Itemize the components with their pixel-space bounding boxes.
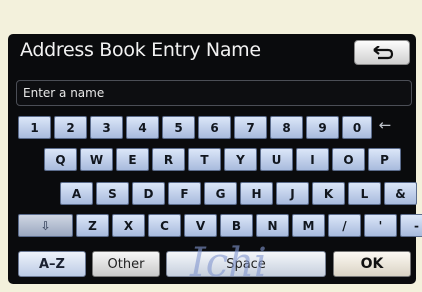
back-arrow-icon <box>373 45 394 59</box>
key-G[interactable]: G <box>204 182 237 205</box>
key-N[interactable]: N <box>256 214 289 237</box>
key-'[interactable]: ' <box>364 214 397 237</box>
key-I[interactable]: I <box>296 148 329 171</box>
key--[interactable]: - <box>400 214 422 237</box>
key-/[interactable]: / <box>328 214 361 237</box>
key-A[interactable]: A <box>60 182 93 205</box>
key-2[interactable]: 2 <box>54 116 87 139</box>
key-F[interactable]: F <box>168 182 201 205</box>
key-0[interactable]: 0 <box>342 116 372 139</box>
key-1[interactable]: 1 <box>18 116 51 139</box>
key-V[interactable]: V <box>184 214 217 237</box>
key-R[interactable]: R <box>152 148 185 171</box>
key-shift[interactable]: ⇩ <box>18 214 73 237</box>
key-L[interactable]: L <box>348 182 381 205</box>
watermark: Ichi <box>190 240 267 286</box>
key-Z[interactable]: Z <box>76 214 109 237</box>
key-C[interactable]: C <box>148 214 181 237</box>
key-&[interactable]: & <box>384 182 417 205</box>
key-P[interactable]: P <box>368 148 401 171</box>
key-T[interactable]: T <box>188 148 221 171</box>
key-J[interactable]: J <box>276 182 309 205</box>
key-5[interactable]: 5 <box>162 116 195 139</box>
key-9[interactable]: 9 <box>306 116 339 139</box>
key-K[interactable]: K <box>312 182 345 205</box>
key-Y[interactable]: Y <box>224 148 257 171</box>
key-3[interactable]: 3 <box>90 116 123 139</box>
a-z-button[interactable]: A–Z <box>18 251 86 277</box>
page-title: Address Book Entry Name <box>20 39 261 61</box>
other-button[interactable]: Other <box>92 251 160 277</box>
key-U[interactable]: U <box>260 148 293 171</box>
key-O[interactable]: O <box>332 148 365 171</box>
key-E[interactable]: E <box>116 148 149 171</box>
key-W[interactable]: W <box>80 148 113 171</box>
key-S[interactable]: S <box>96 182 129 205</box>
key-X[interactable]: X <box>112 214 145 237</box>
key-B[interactable]: B <box>220 214 253 237</box>
key-4[interactable]: 4 <box>126 116 159 139</box>
key-6[interactable]: 6 <box>198 116 231 139</box>
name-input[interactable]: Enter a name <box>16 80 412 106</box>
backspace-arrow-icon: ← <box>378 116 392 134</box>
key-7[interactable]: 7 <box>234 116 267 139</box>
key-D[interactable]: D <box>132 182 165 205</box>
back-button[interactable] <box>354 40 410 65</box>
key-H[interactable]: H <box>240 182 273 205</box>
key-M[interactable]: M <box>292 214 325 237</box>
key-8[interactable]: 8 <box>270 116 303 139</box>
backspace-button[interactable]: ← <box>372 116 398 136</box>
ok-button[interactable]: OK <box>333 251 411 277</box>
key-Q[interactable]: Q <box>44 148 77 171</box>
